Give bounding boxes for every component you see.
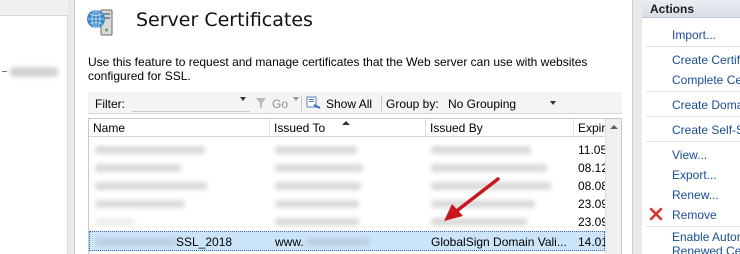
filter-toolbar: Filter: Go Show All Group by: No Groupin…	[88, 92, 622, 114]
vertical-scrollbar[interactable]	[605, 119, 621, 254]
redacted-issued-to	[275, 218, 359, 226]
redacted-name	[95, 164, 181, 172]
expiration-date: 14.01	[578, 235, 609, 249]
actions-separator	[646, 91, 740, 92]
certificates-list: Name Issued To Issued By Expir 11.05 08.…	[88, 118, 622, 254]
list-item[interactable]: 23.09	[89, 194, 609, 214]
column-header-issued-to[interactable]: Issued To	[270, 121, 325, 136]
expiration-date: 23.09	[578, 197, 609, 211]
actions-pane: Actions Import... Create Certifi Complet…	[642, 0, 740, 254]
action-remove[interactable]: Remove	[672, 208, 717, 222]
go-icon[interactable]	[255, 97, 267, 109]
group-by-value: No Grouping	[448, 97, 517, 111]
remove-icon	[649, 207, 663, 221]
issued-to: www.	[275, 235, 304, 249]
list-item[interactable]: 23.09	[89, 212, 609, 232]
redacted-issued-by	[431, 146, 531, 154]
action-import[interactable]: Import...	[672, 28, 716, 42]
filter-input[interactable]	[132, 94, 250, 112]
main-pane: Server Certificates Use this feature to …	[76, 0, 632, 254]
action-complete-certificate-request[interactable]: Complete Cer	[672, 73, 740, 87]
show-all-button[interactable]: Show All	[326, 97, 372, 111]
tree-node-site[interactable]	[0, 62, 68, 82]
redacted-name	[95, 146, 205, 154]
pane-splitter-left[interactable]	[68, 0, 75, 254]
action-export[interactable]: Export...	[672, 168, 717, 182]
connections-pane	[0, 0, 68, 254]
redacted-issued-to	[275, 182, 361, 190]
list-item[interactable]: 08.08	[89, 176, 609, 196]
action-renew[interactable]: Renew...	[672, 188, 719, 202]
group-by-label: Group by:	[386, 97, 439, 111]
page-title: Server Certificates	[136, 9, 313, 31]
scroll-up-button[interactable]	[606, 119, 621, 136]
redacted-issued-by	[431, 164, 547, 172]
action-enable-automatic-rebind[interactable]: Enable Autor	[672, 230, 740, 244]
redacted-issued-to	[306, 238, 370, 246]
redacted-issued-to	[275, 146, 357, 154]
annotation-arrow	[444, 177, 500, 221]
server-certificates-icon	[87, 9, 113, 36]
action-renewed-certificate[interactable]: Renewed Cer	[672, 244, 740, 254]
column-header-issued-by[interactable]: Issued By	[426, 121, 483, 136]
certificate-name: SSL_2018	[176, 235, 233, 249]
expiration-date: 08.08	[578, 179, 609, 193]
action-create-self-signed-certificate[interactable]: Create Self-S	[672, 123, 740, 137]
go-dropdown-arrow-icon[interactable]	[293, 97, 299, 101]
show-all-icon[interactable]	[306, 96, 321, 110]
connections-toolbar	[0, 0, 68, 16]
column-header-expiration[interactable]: Expir	[574, 121, 605, 136]
redacted-issued-to	[275, 164, 363, 172]
redacted-site-name	[10, 67, 58, 77]
actions-header: Actions	[642, 0, 740, 18]
actions-title: Actions	[650, 2, 695, 16]
list-item[interactable]: 08.12	[89, 158, 609, 178]
redacted-issued-to	[275, 200, 359, 208]
sort-ascending-icon	[342, 121, 350, 125]
actions-separator	[646, 141, 740, 142]
expiration-date: 08.12	[578, 161, 609, 175]
go-button[interactable]: Go	[272, 97, 288, 111]
expiration-date: 23.09	[578, 215, 609, 229]
page-description: Use this feature to request and manage c…	[88, 55, 588, 83]
expiration-date: 11.05	[578, 143, 608, 157]
group-by-dropdown-arrow-icon	[550, 101, 556, 105]
filter-label: Filter:	[95, 97, 125, 111]
filter-dropdown-arrow-icon[interactable]	[240, 97, 246, 101]
group-by-select[interactable]: No Grouping	[444, 94, 558, 112]
tree-connector	[2, 71, 7, 72]
toolbar-separator	[381, 95, 382, 111]
actions-separator	[646, 116, 740, 117]
action-create-domain-certificate[interactable]: Create Doma	[672, 98, 740, 112]
action-create-certificate-request[interactable]: Create Certifi	[672, 53, 740, 67]
pane-splitter-right[interactable]	[632, 0, 642, 254]
list-header: Name Issued To Issued By Expir	[89, 119, 605, 137]
actions-separator	[646, 46, 740, 47]
redacted-name	[95, 218, 135, 226]
action-view[interactable]: View...	[672, 148, 707, 162]
issued-by: GlobalSign Domain Vali...	[431, 235, 567, 249]
redacted-name	[95, 182, 207, 190]
scroll-up-icon	[610, 125, 618, 129]
toolbar-separator	[301, 95, 302, 111]
column-header-name[interactable]: Name	[89, 121, 125, 136]
redacted-name	[96, 238, 176, 246]
list-item-selected[interactable]: SSL_2018 www. GlobalSign Domain Vali... …	[89, 231, 609, 251]
redacted-name	[95, 200, 185, 208]
list-item[interactable]: 11.05	[89, 140, 608, 160]
actions-separator	[646, 226, 740, 227]
